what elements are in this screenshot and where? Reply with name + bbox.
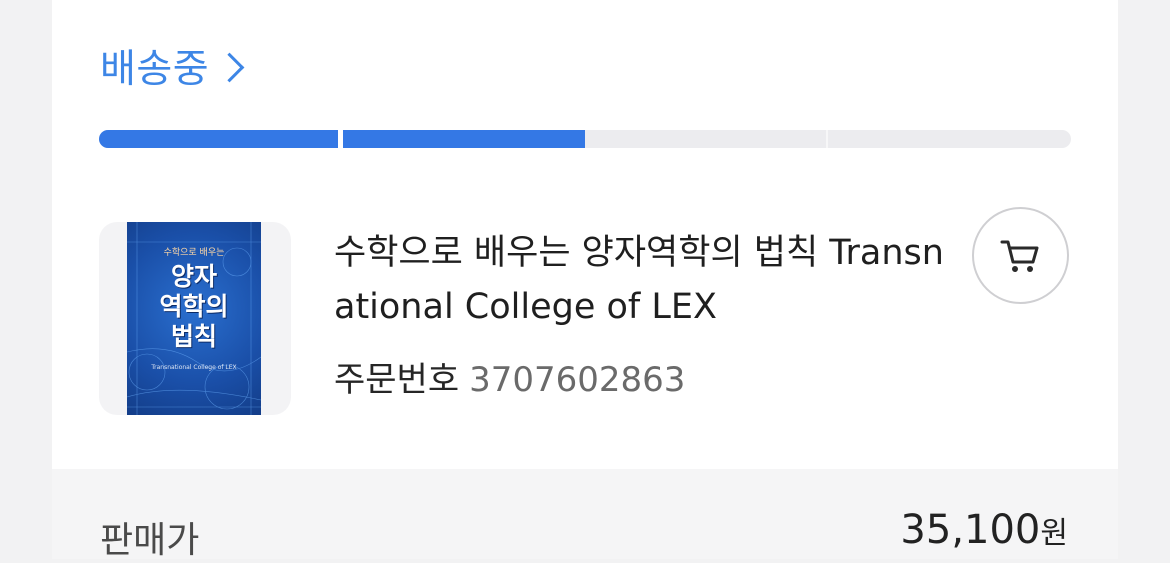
- book-cover-author: Transnational College of LEX: [151, 364, 237, 371]
- book-cover-title-line1: 양자: [170, 262, 217, 291]
- product-thumbnail[interactable]: 수학으로 배우는 양자 역학의 법칙 Transnational College…: [99, 222, 291, 415]
- order-number-value: 3707602863: [469, 360, 686, 400]
- progress-step-3: [585, 130, 828, 148]
- price-value: 35,100원: [900, 507, 1068, 553]
- book-cover: 수학으로 배우는 양자 역학의 법칙 Transnational College…: [127, 222, 261, 415]
- book-cover-text: 수학으로 배우는 양자 역학의 법칙 Transnational College…: [127, 245, 261, 371]
- product-title[interactable]: 수학으로 배우는 양자역학의 법칙 Transnational College …: [334, 226, 954, 334]
- order-number-label: 주문번호: [334, 360, 460, 400]
- price-amount: 35,100: [900, 507, 1041, 553]
- cart-icon: [1000, 240, 1038, 272]
- add-to-cart-button[interactable]: [972, 207, 1069, 304]
- price-row: 판매가 35,100원: [52, 469, 1118, 561]
- progress-step-4: [828, 130, 1071, 148]
- price-label: 판매가: [100, 520, 200, 561]
- book-cover-subtitle: 수학으로 배우는: [163, 248, 225, 258]
- book-cover-title-line3: 법칙: [170, 322, 217, 351]
- delivery-status-label: 배송중: [100, 47, 210, 92]
- order-number-row: 주문번호 3707602863: [334, 352, 685, 401]
- book-cover-title: 양자 역학의 법칙: [127, 262, 261, 352]
- delivery-status-link[interactable]: 배송중: [100, 36, 245, 96]
- chevron-right-icon: [214, 52, 245, 82]
- progress-step-1: [99, 130, 343, 148]
- delivery-progress-bar: [99, 130, 1071, 148]
- order-card: 배송중 수학으로 배우는 양자 역학의 법칙 Transnational Col…: [52, 0, 1118, 469]
- progress-step-2: [343, 130, 585, 148]
- price-unit: 원: [1040, 516, 1068, 551]
- book-cover-title-line2: 역학의: [159, 292, 229, 321]
